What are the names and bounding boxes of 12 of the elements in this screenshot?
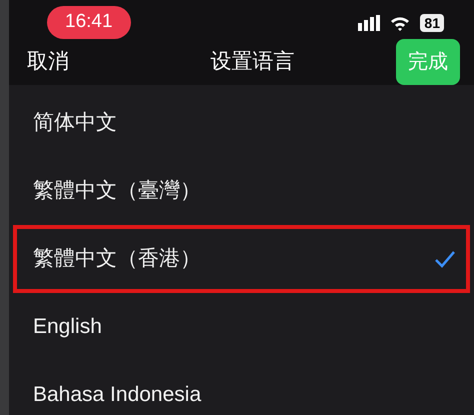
language-option[interactable]: 繁體中文（香港） <box>13 224 470 292</box>
language-option[interactable]: Bahasa Indonesia <box>13 360 470 415</box>
language-option[interactable]: 繁體中文（臺灣） <box>13 156 470 224</box>
wifi-icon <box>390 16 410 31</box>
battery-indicator: 81 <box>420 14 444 32</box>
screen-title: 设置语言 <box>210 48 294 75</box>
checkmark-icon <box>434 250 456 268</box>
cancel-button[interactable]: 取消 <box>27 46 69 78</box>
language-option[interactable]: 简体中文 <box>13 88 470 156</box>
language-option[interactable]: English <box>13 292 470 360</box>
signal-icon <box>358 15 380 32</box>
time-badge: 16:41 <box>47 6 131 38</box>
